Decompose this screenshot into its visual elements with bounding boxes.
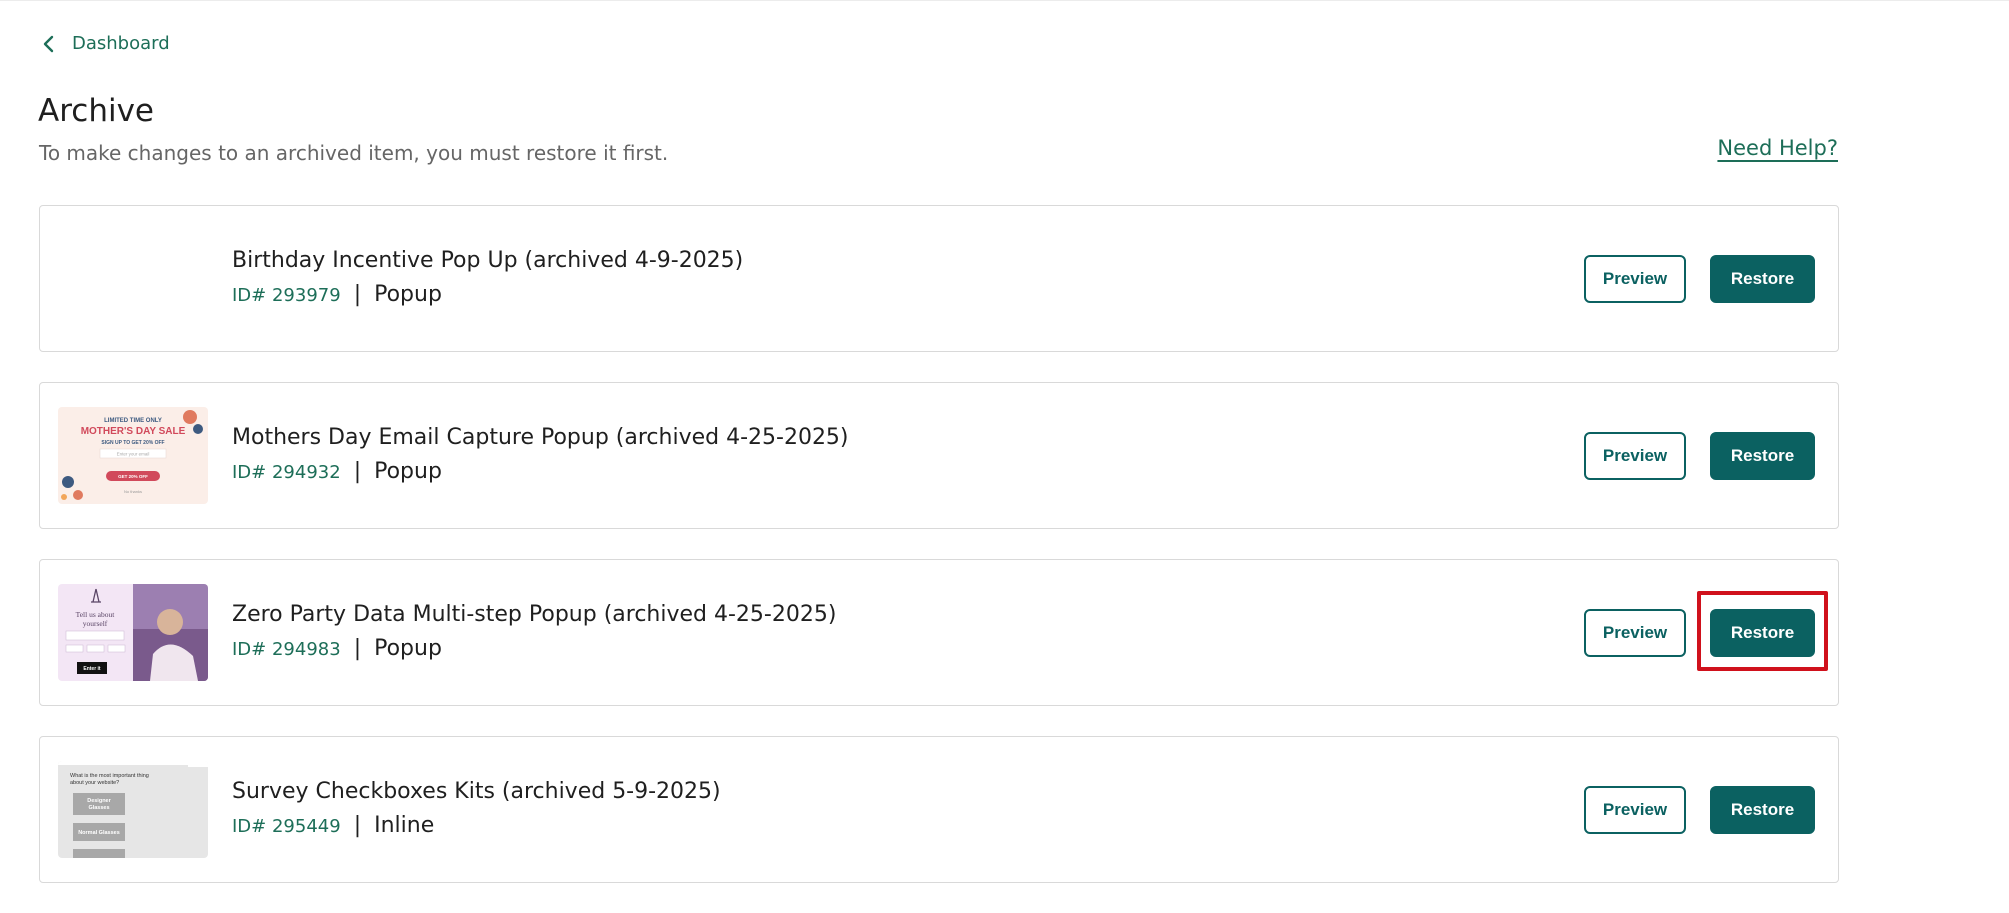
item-meta: ID# 295449 | Inline — [232, 813, 434, 838]
item-type: Popup — [374, 636, 442, 661]
item-meta-separator: | — [353, 813, 362, 838]
thumb-text: GET 20% OFF — [118, 474, 148, 479]
archive-item: Birthday Incentive Pop Up (archived 4-9-… — [39, 205, 1839, 352]
top-divider — [0, 0, 2009, 1]
thumb-text: Tell us about — [76, 610, 116, 619]
thumb-text: Enter your email — [117, 452, 150, 457]
thumb-text: Normal Glasses — [78, 830, 120, 836]
thumb-text: SIGN UP TO GET 20% OFF — [101, 440, 164, 446]
thumb-text: Enter it — [83, 666, 101, 672]
preview-button[interactable]: Preview — [1584, 255, 1686, 303]
restore-button[interactable]: Restore — [1710, 255, 1815, 303]
item-id: ID# 293979 — [232, 285, 341, 306]
thumb-text: MOTHER'S DAY SALE — [81, 426, 186, 437]
preview-button[interactable]: Preview — [1584, 432, 1686, 480]
archive-list: Birthday Incentive Pop Up (archived 4-9-… — [39, 205, 1839, 913]
thumb-text: LIMITED TIME ONLY — [104, 418, 162, 424]
preview-button[interactable]: Preview — [1584, 609, 1686, 657]
archive-item: LIMITED TIME ONLY MOTHER'S DAY SALE SIGN… — [39, 382, 1839, 529]
item-meta-separator: | — [353, 282, 362, 307]
item-id: ID# 295449 — [232, 816, 341, 837]
item-meta: ID# 294932 | Popup — [232, 459, 442, 484]
item-thumbnail: What is the most important thing about y… — [58, 761, 208, 858]
thumb-text: No thanks — [124, 489, 142, 494]
item-id: ID# 294932 — [232, 462, 341, 483]
item-title: Zero Party Data Multi-step Popup (archiv… — [232, 602, 837, 627]
restore-button[interactable]: Restore — [1710, 609, 1815, 657]
thumb-text: Designer — [87, 798, 111, 804]
item-title: Mothers Day Email Capture Popup (archive… — [232, 425, 849, 450]
back-to-dashboard-link[interactable]: Dashboard — [40, 33, 170, 54]
thumb-text: yourself — [83, 619, 108, 628]
thumb-text: What is the most important thing — [70, 773, 149, 779]
item-id: ID# 294983 — [232, 639, 341, 660]
item-type: Popup — [374, 282, 442, 307]
chevron-left-icon — [40, 35, 58, 53]
thumb-text: Glasses — [88, 805, 109, 811]
page-title: Archive — [38, 93, 154, 129]
item-title: Survey Checkboxes Kits (archived 5-9-202… — [232, 779, 721, 804]
restore-button[interactable]: Restore — [1710, 432, 1815, 480]
item-meta: ID# 293979 | Popup — [232, 282, 442, 307]
item-type: Inline — [374, 813, 435, 838]
preview-button[interactable]: Preview — [1584, 786, 1686, 834]
page-subtitle: To make changes to an archived item, you… — [39, 141, 669, 165]
item-meta-separator: | — [353, 636, 362, 661]
restore-button[interactable]: Restore — [1710, 786, 1815, 834]
item-title: Birthday Incentive Pop Up (archived 4-9-… — [232, 248, 744, 273]
thumb-text: about your website? — [70, 780, 119, 786]
item-thumbnail: Tell us about yourself Enter it — [58, 584, 208, 681]
item-type: Popup — [374, 459, 442, 484]
back-link-label: Dashboard — [72, 33, 170, 54]
item-thumbnail: LIMITED TIME ONLY MOTHER'S DAY SALE SIGN… — [58, 407, 208, 504]
item-meta: ID# 294983 | Popup — [232, 636, 442, 661]
archive-item: What is the most important thing about y… — [39, 736, 1839, 883]
item-meta-separator: | — [353, 459, 362, 484]
need-help-link[interactable]: Need Help? — [1717, 136, 1838, 160]
item-thumbnail-empty — [58, 230, 208, 327]
archive-item: Tell us about yourself Enter it Zero Par… — [39, 559, 1839, 706]
